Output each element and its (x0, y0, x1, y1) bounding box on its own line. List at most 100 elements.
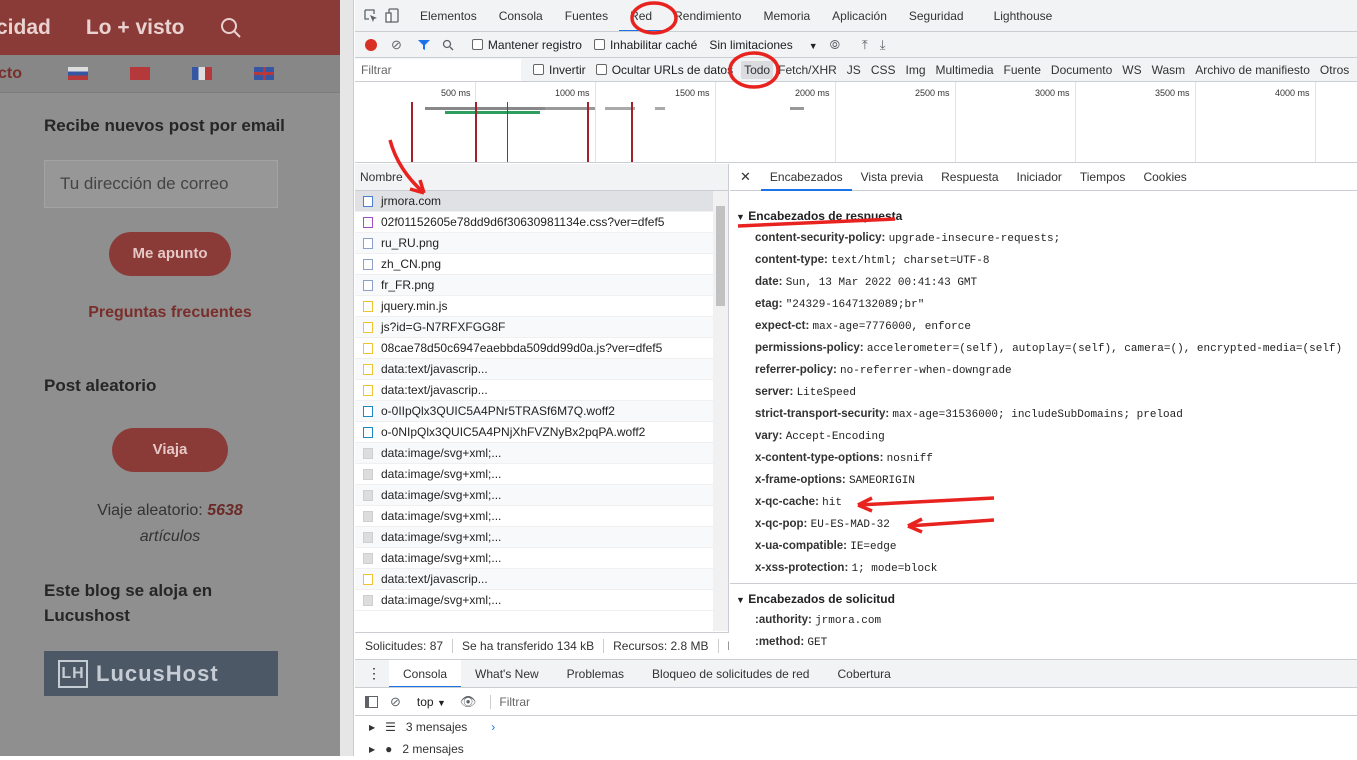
inspect-icon[interactable] (364, 8, 378, 23)
request-row[interactable]: data:image/svg+xml;... (355, 506, 728, 527)
column-header-name[interactable]: Nombre (355, 164, 728, 191)
request-row[interactable]: jrmora.com (355, 191, 728, 212)
preserve-log-checkbox[interactable]: Mantener registro (471, 38, 582, 52)
request-row[interactable]: jquery.min.js (355, 296, 728, 317)
hide-data-urls-checkbox[interactable]: Ocultar URLs de datos (595, 63, 733, 77)
request-row[interactable]: data:image/svg+xml;... (355, 590, 728, 611)
filter-type-todo[interactable]: Todo (741, 60, 774, 79)
tab-elementos[interactable]: Elementos (409, 9, 488, 23)
search-icon[interactable] (220, 17, 242, 39)
tab-cookies[interactable]: Cookies (1134, 164, 1195, 191)
filter-type-wasm[interactable]: Wasm (1147, 63, 1191, 77)
filter-type-ws[interactable]: WS (1117, 63, 1146, 77)
filter-type-fetch[interactable]: Fetch/XHR (773, 63, 842, 77)
network-conditions-icon[interactable]: ⦾ (830, 37, 840, 53)
tab-seguridad[interactable]: Seguridad (898, 9, 975, 23)
invert-checkbox[interactable]: Invertir (533, 63, 586, 77)
filter-type-manifest[interactable]: Archivo de manifiesto (1190, 63, 1315, 77)
sidebar-toggle-icon[interactable] (365, 695, 378, 708)
flag-uk-icon[interactable] (254, 67, 274, 80)
tab-vista-previa[interactable]: Vista previa (852, 164, 932, 191)
live-expression-icon[interactable]: 👁 (460, 694, 477, 710)
filter-icon[interactable] (417, 39, 430, 51)
drawer-menu-icon[interactable]: ⋮ (355, 665, 389, 682)
tab-tiempos[interactable]: Tiempos (1071, 164, 1135, 191)
network-overview[interactable]: 500 ms 1000 ms 1500 ms 2000 ms 2500 ms 3… (355, 82, 1357, 163)
request-row[interactable]: data:text/javascrip... (355, 569, 728, 590)
request-row[interactable]: o-0IIpQlx3QUIC5A4PNr5TRASf6M7Q.woff2 (355, 401, 728, 422)
import-har-icon[interactable]: ⤒ (862, 37, 868, 53)
nav-item-lo-mas-visto[interactable]: Lo + visto (86, 16, 185, 40)
drawer-tab-whats-new[interactable]: What's New (461, 660, 553, 687)
console-filter-input[interactable]: Filtrar (490, 694, 530, 709)
tab-red[interactable]: Red (619, 0, 664, 31)
request-rows: jrmora.com 02f01152605e78dd9d6f3063098113… (355, 191, 728, 611)
filter-input[interactable]: Filtrar (355, 58, 521, 81)
console-group-messages[interactable]: ▶ ☰ 3 mensajes › (355, 716, 1357, 738)
filter-type-other[interactable]: Otros (1315, 63, 1354, 77)
request-row[interactable]: js?id=G-N7RFXFGG8F (355, 317, 728, 338)
tab-encabezados[interactable]: Encabezados (760, 164, 852, 191)
filter-type-js[interactable]: JS (842, 63, 866, 77)
header-key: etag: (755, 298, 783, 310)
random-button[interactable]: Viaja (112, 428, 228, 472)
export-har-icon[interactable]: ⤓ (880, 37, 886, 53)
subscribe-button[interactable]: Me apunto (109, 232, 231, 276)
response-headers-toggle[interactable]: ▼ Encabezados de respuesta (730, 191, 1357, 223)
request-row[interactable]: 08cae78d50c6947eaebbda509dd99d0a.js?ver=… (355, 338, 728, 359)
nav-item-actividad[interactable]: cidad (0, 16, 51, 40)
request-row[interactable]: data:text/javascrip... (355, 380, 728, 401)
request-row[interactable]: data:text/javascrip... (355, 359, 728, 380)
faq-link[interactable]: Preguntas frecuentes (44, 304, 296, 322)
request-row[interactable]: 02f01152605e78dd9d6f30630981134e.css?ver… (355, 212, 728, 233)
request-row[interactable]: data:image/svg+xml;... (355, 485, 728, 506)
flag-cn-icon[interactable] (130, 67, 150, 80)
search-icon[interactable] (442, 39, 454, 51)
request-row[interactable]: o-0NIpQlx3QUIC5A4PNjXhFVZNyBx2pqPA.woff2 (355, 422, 728, 443)
request-row[interactable]: data:image/svg+xml;... (355, 443, 728, 464)
filter-type-doc[interactable]: Documento (1046, 63, 1117, 77)
flag-fr-icon[interactable] (192, 67, 212, 80)
request-row[interactable]: zh_CN.png (355, 254, 728, 275)
blog-page: cidad Lo + visto cto Recibe nuevos post … (0, 0, 340, 756)
filter-type-css[interactable]: CSS (866, 63, 901, 77)
drawer-tab-problemas[interactable]: Problemas (553, 660, 638, 687)
request-row[interactable]: ru_RU.png (355, 233, 728, 254)
tab-memoria[interactable]: Memoria (752, 9, 821, 23)
request-list-scrollbar[interactable] (713, 191, 728, 631)
disable-cache-checkbox[interactable]: Inhabilitar caché (593, 38, 697, 52)
request-row[interactable]: data:image/svg+xml;... (355, 464, 728, 485)
tab-consola[interactable]: Consola (488, 9, 554, 23)
request-headers-toggle[interactable]: ▼ Encabezados de solicitud (730, 584, 1357, 606)
close-icon[interactable]: ✕ (730, 169, 761, 185)
console-group-user[interactable]: ▶ ● 2 mensajes (355, 738, 1357, 760)
email-input[interactable]: Tu dirección de correo (44, 160, 278, 208)
scroll-thumb[interactable] (716, 206, 725, 306)
flag-ru-icon[interactable] (68, 67, 88, 80)
filter-type-font[interactable]: Fuente (999, 63, 1046, 77)
tab-aplicacion[interactable]: Aplicación (821, 9, 898, 23)
tab-iniciador[interactable]: Iniciador (1008, 164, 1071, 191)
drawer-tab-consola[interactable]: Consola (389, 660, 462, 687)
context-select[interactable]: top ▼ (417, 695, 446, 709)
request-row[interactable]: data:image/svg+xml;... (355, 527, 728, 548)
clear-console-icon[interactable]: ⊘ (390, 694, 401, 710)
record-icon[interactable] (365, 38, 377, 51)
tab-fuentes[interactable]: Fuentes (554, 9, 619, 23)
contact-link[interactable]: cto (0, 65, 22, 83)
device-toolbar-icon[interactable] (385, 8, 399, 23)
clear-icon[interactable]: ⊘ (391, 37, 402, 53)
drawer-tab-bloqueo[interactable]: Bloqueo de solicitudes de red (638, 660, 823, 687)
panel-splitter[interactable] (340, 0, 354, 756)
request-row[interactable]: fr_FR.png (355, 275, 728, 296)
tab-respuesta[interactable]: Respuesta (932, 164, 1007, 191)
tab-lighthouse[interactable]: Lighthouse (983, 9, 1064, 23)
drawer-tab-cobertura[interactable]: Cobertura (823, 660, 904, 687)
throttle-select[interactable]: Sin limitaciones ▼ (709, 38, 817, 52)
filter-type-media[interactable]: Multimedia (931, 63, 999, 77)
request-row[interactable]: data:image/svg+xml;... (355, 548, 728, 569)
lucushost-logo[interactable]: LH LucusHost (44, 651, 278, 696)
filter-type-img[interactable]: Img (901, 63, 931, 77)
tab-rendimiento[interactable]: Rendimiento (663, 9, 752, 23)
request-name: jquery.min.js (381, 299, 448, 313)
